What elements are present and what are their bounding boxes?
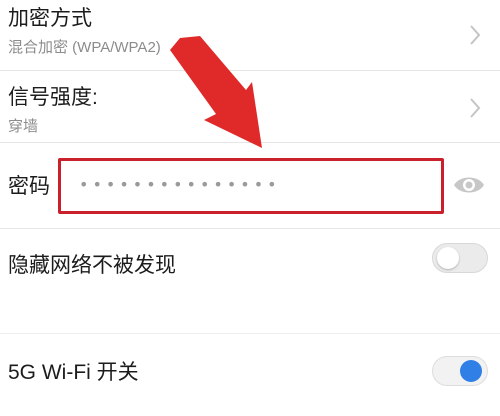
hidden-network-label: 隐藏网络不被发现 (8, 254, 176, 277)
hidden-network-toggle[interactable] (432, 243, 488, 273)
section-gap (0, 301, 500, 333)
security-type-value: 混合加密 (WPA/WPA2) (8, 39, 161, 56)
toggle-knob (460, 360, 482, 382)
wifi5g-toggle[interactable] (432, 356, 488, 386)
signal-strength-value: 穿墙 (8, 118, 39, 135)
signal-strength-title: 信号强度: (8, 86, 98, 109)
signal-strength-row[interactable]: 信号强度: 穿墙 (0, 71, 500, 142)
chevron-right-icon (470, 98, 481, 118)
security-type-row[interactable]: 加密方式 混合加密 (WPA/WPA2) (0, 0, 500, 70)
password-input[interactable]: ••••••••••••••• (58, 158, 444, 214)
hidden-network-row: 隐藏网络不被发现 (0, 229, 500, 301)
password-masked-value: ••••••••••••••• (79, 175, 281, 194)
chevron-right-icon (470, 25, 481, 45)
security-type-title: 加密方式 (8, 7, 92, 30)
wifi5g-row: 5G Wi-Fi 开关 (0, 334, 500, 416)
toggle-knob (437, 247, 459, 269)
wifi5g-label: 5G Wi-Fi 开关 (8, 361, 139, 384)
eye-icon[interactable] (452, 172, 486, 198)
password-label: 密码 (8, 175, 50, 198)
